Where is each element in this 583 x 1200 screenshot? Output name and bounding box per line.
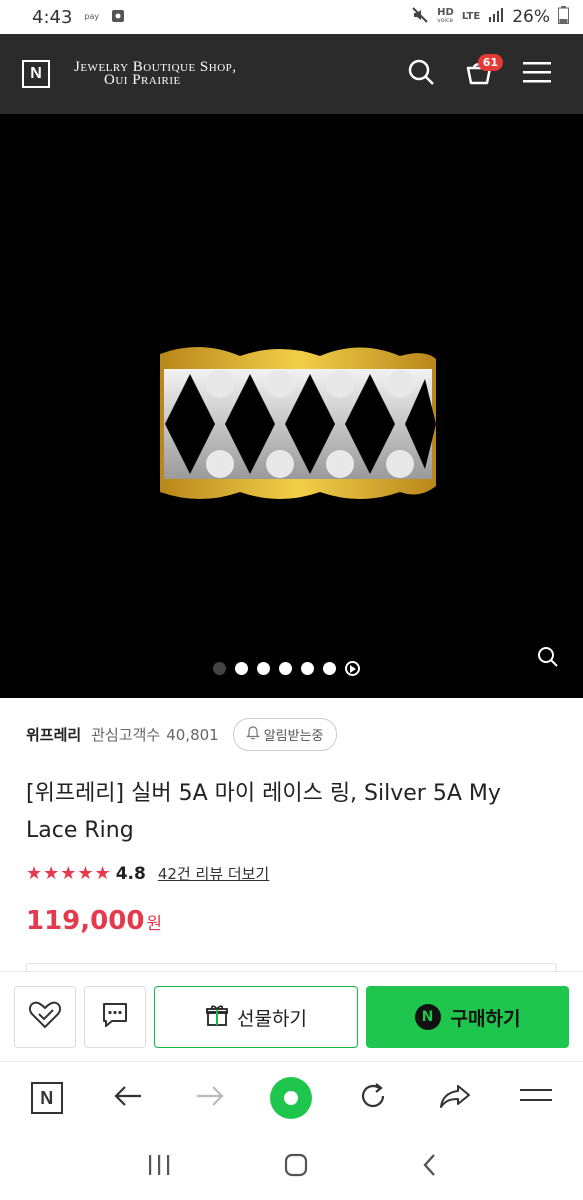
recent-apps-icon[interactable] (147, 1154, 171, 1180)
menu-lines-icon (520, 1087, 553, 1109)
home-icon[interactable] (284, 1153, 308, 1181)
browser-menu-button[interactable] (508, 1070, 564, 1126)
gallery-pagination (213, 661, 360, 676)
browser-home-button[interactable]: N (19, 1070, 75, 1126)
purchase-bar: 선물하기 N 구매하기 (0, 971, 583, 1062)
refresh-icon (358, 1081, 388, 1115)
share-arrow-icon (439, 1083, 471, 1113)
seller-row: 위프레리 관심고객수 40,801 알림받는중 (26, 718, 557, 751)
arrow-left-icon (113, 1084, 143, 1112)
zoom-icon (537, 647, 559, 672)
pay-indicator: pay (84, 12, 100, 21)
gift-label: 선물하기 (237, 1007, 307, 1030)
notification-toggle-button[interactable]: 알림받는중 (232, 718, 337, 751)
search-button[interactable] (397, 50, 445, 98)
heart-check-icon (28, 1000, 62, 1034)
gift-button[interactable]: 선물하기 (154, 986, 358, 1048)
rating-stars: ★★★★★ (26, 863, 112, 884)
wishlist-button[interactable] (14, 986, 76, 1048)
green-dot-button[interactable] (263, 1070, 319, 1126)
search-icon (407, 58, 435, 90)
battery-icon (558, 5, 569, 29)
share-button[interactable] (427, 1070, 483, 1126)
arrow-right-icon (195, 1084, 225, 1112)
rating-row: ★★★★★ 4.8 42건 리뷰 더보기 (26, 863, 557, 884)
store-header: N Jewelry Boutique Shop, Oui Prairie 61 (0, 34, 583, 114)
video-play-icon[interactable] (345, 661, 360, 676)
product-info: 위프레리 관심고객수 40,801 알림받는중 [위프레리] 실버 5A 마이 … (0, 698, 583, 936)
clock: 4:43 (32, 6, 73, 28)
fans-count: 40,801 (166, 725, 219, 744)
npay-icon: N (414, 1004, 441, 1030)
price: 119,000 원 (26, 906, 557, 936)
cart-button[interactable]: 61 (455, 50, 503, 98)
talk-talk-button[interactable] (84, 986, 146, 1048)
battery-percent: 26% (512, 7, 550, 27)
store-name[interactable]: Jewelry Boutique Shop, Oui Prairie (74, 60, 237, 88)
store-name-line2: Oui Prairie (104, 72, 181, 88)
back-button[interactable] (100, 1070, 156, 1126)
forward-button[interactable] (182, 1070, 238, 1126)
browser-toolbar: N (0, 1061, 583, 1134)
price-value: 119,000 (26, 906, 145, 936)
hamburger-menu-icon (523, 61, 551, 87)
signal-icon (488, 7, 504, 28)
menu-button[interactable] (513, 50, 561, 98)
cart-count-badge: 61 (477, 54, 503, 71)
lte-indicator: LTE (461, 11, 481, 22)
zoom-button[interactable] (537, 646, 559, 672)
screenshot-icon (111, 7, 125, 28)
mute-icon (411, 6, 429, 29)
pagination-dot[interactable] (279, 662, 292, 675)
voice-indicator: voice (437, 17, 454, 24)
green-dot-icon (270, 1077, 313, 1119)
gift-icon (205, 1003, 229, 1032)
notification-toggle-label: 알림받는중 (263, 729, 324, 744)
pagination-dot-active[interactable] (213, 662, 226, 675)
bell-icon (245, 725, 260, 744)
pagination-dot[interactable] (323, 662, 336, 675)
back-nav-icon[interactable] (422, 1153, 436, 1181)
chat-bubble-icon (100, 1000, 130, 1034)
status-bar: 4:43 pay HD voice LTE 26% (0, 0, 583, 34)
product-image-gallery[interactable] (0, 114, 583, 698)
product-title: [위프레리] 실버 5A 마이 레이스 링, Silver 5A My Lace… (26, 781, 501, 843)
pagination-dot[interactable] (235, 662, 248, 675)
refresh-button[interactable] (345, 1070, 401, 1126)
hd-indicator: HD (437, 7, 454, 18)
pagination-dot[interactable] (301, 662, 314, 675)
system-nav-bar (0, 1133, 583, 1200)
naver-n-icon: N (30, 1082, 63, 1114)
rating-score: 4.8 (115, 863, 146, 884)
seller-name[interactable]: 위프레리 (26, 724, 81, 745)
naver-logo-button[interactable]: N (22, 60, 50, 88)
pagination-dot[interactable] (257, 662, 270, 675)
buy-button[interactable]: N 구매하기 (366, 986, 569, 1048)
ring-image (160, 346, 436, 499)
price-unit: 원 (146, 914, 163, 934)
reviews-link[interactable]: 42건 리뷰 더보기 (158, 863, 269, 884)
fans-label: 관심고객수 (91, 726, 161, 744)
buy-label: 구매하기 (450, 1007, 521, 1030)
